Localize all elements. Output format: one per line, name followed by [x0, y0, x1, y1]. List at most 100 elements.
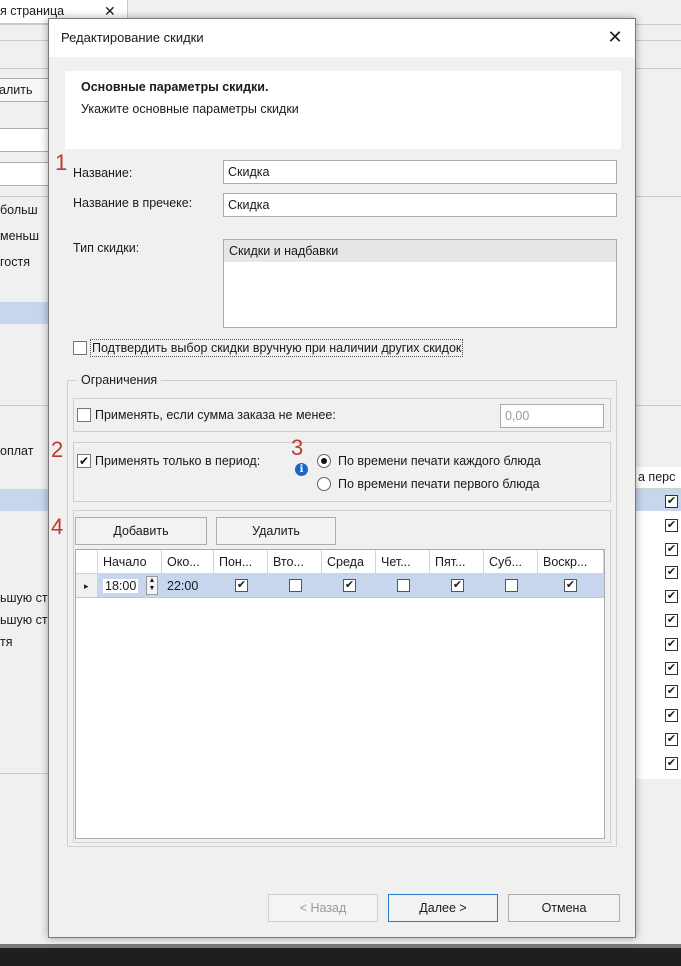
- background-list-item: гостя: [0, 255, 30, 269]
- day-cell[interactable]: ✔: [430, 574, 484, 598]
- cancel-button[interactable]: Отмена: [508, 894, 620, 922]
- column-header[interactable]: Воскр...: [538, 550, 604, 574]
- day-cell[interactable]: [484, 574, 538, 598]
- day-check-icon[interactable]: ✔: [564, 579, 577, 592]
- background-list-item: тя: [0, 635, 13, 649]
- background-selected-row: [0, 302, 50, 324]
- discount-type-item[interactable]: Скидки и надбавки: [224, 240, 616, 262]
- time-spinner[interactable]: ▲ ▼: [146, 576, 158, 595]
- background-field[interactable]: [0, 162, 50, 186]
- period-row: [73, 442, 611, 502]
- background-check-icon: ✔: [665, 756, 678, 770]
- background-field[interactable]: [0, 128, 50, 152]
- day-check-icon[interactable]: [505, 579, 518, 592]
- background-selected-row: [0, 489, 50, 511]
- delete-button[interactable]: Удалить: [216, 517, 336, 545]
- day-cell[interactable]: [376, 574, 430, 598]
- period-label: Применять только в период:: [95, 454, 261, 468]
- column-header[interactable]: Вто...: [268, 550, 322, 574]
- radio-each-icon[interactable]: [317, 454, 331, 468]
- background-check-icon: ✔: [665, 685, 678, 699]
- restrictions-title: Ограничения: [77, 373, 162, 387]
- background-check-icon: ✔: [665, 495, 678, 508]
- name-input[interactable]: Скидка: [223, 160, 617, 184]
- radio-first-icon[interactable]: [317, 477, 331, 491]
- day-check-icon[interactable]: [289, 579, 302, 592]
- background-column-header: а перс: [634, 467, 681, 489]
- spin-up-icon[interactable]: ▲: [149, 577, 156, 584]
- min-sum-input[interactable]: 0,00: [500, 404, 604, 428]
- min-sum-checkbox[interactable]: [77, 408, 91, 425]
- background-button-label: алить: [0, 83, 33, 97]
- add-button[interactable]: Добавить: [75, 517, 207, 545]
- day-cell[interactable]: [268, 574, 322, 598]
- confirm-manual-label[interactable]: Подтвердить выбор скидки вручную при нал…: [90, 339, 464, 357]
- period-check-icon[interactable]: ✔: [77, 454, 91, 468]
- name-label: Название:: [73, 166, 133, 180]
- column-header[interactable]: Око...: [162, 550, 214, 574]
- row-indicator-icon: ▸: [76, 574, 98, 598]
- background-tab-label: я страница: [0, 4, 65, 18]
- background-check-icon: ✔: [665, 661, 678, 675]
- receipt-name-label: Название в пречеке:: [73, 196, 193, 210]
- background-list-item: меньш: [0, 229, 39, 243]
- spin-down-icon[interactable]: ▼: [149, 585, 156, 592]
- step-marker-1: 1: [55, 150, 68, 175]
- table-row[interactable]: ▸ 18:00 ▲ ▼ 22:00 ✔ ✔ ✔ ✔: [76, 574, 604, 598]
- day-cell[interactable]: ✔: [214, 574, 268, 598]
- day-cell[interactable]: ✔: [538, 574, 604, 598]
- confirm-manual-check-icon[interactable]: [73, 341, 87, 355]
- confirm-manual-checkbox[interactable]: [73, 341, 87, 358]
- background-check-icon: ✔: [665, 590, 678, 604]
- close-icon[interactable]: ✕: [601, 26, 629, 50]
- receipt-name-input[interactable]: Скидка: [223, 193, 617, 217]
- background-delete-button[interactable]: алить: [0, 78, 50, 102]
- day-check-icon[interactable]: ✔: [343, 579, 356, 592]
- background-list-item: ьшую ст: [0, 591, 48, 605]
- day-check-icon[interactable]: ✔: [235, 579, 248, 592]
- background-check-icon: ✔: [665, 542, 678, 556]
- grid-corner: [76, 550, 98, 574]
- discount-type-label: Тип скидки:: [73, 241, 140, 255]
- dialog-title: Редактирование скидки: [61, 30, 204, 45]
- column-header[interactable]: Суб...: [484, 550, 538, 574]
- step-marker-3: 3: [291, 435, 304, 460]
- end-time-cell[interactable]: 22:00: [162, 574, 214, 598]
- info-icon[interactable]: i: [295, 463, 308, 476]
- background-list-item: больш: [0, 203, 38, 217]
- min-sum-check-icon[interactable]: [77, 408, 91, 422]
- background-check-icon: ✔: [665, 566, 678, 580]
- next-button[interactable]: Далее >: [388, 894, 498, 922]
- background-check-column: ✔ ✔ ✔ ✔ ✔ ✔ ✔ ✔ ✔ ✔ ✔ ✔: [634, 489, 681, 779]
- edit-discount-dialog: Редактирование скидки ✕ Основные парамет…: [48, 18, 636, 938]
- column-header[interactable]: Пон...: [214, 550, 268, 574]
- background-check-icon: ✔: [665, 637, 678, 651]
- background-check-icon: ✔: [665, 709, 678, 723]
- schedule-grid: Начало Око... Пон... Вто... Среда Чет...…: [75, 549, 605, 839]
- wizard-header-title: Основные параметры скидки.: [81, 80, 269, 94]
- background-list-item: ьшую ст: [0, 613, 48, 627]
- day-check-icon[interactable]: ✔: [451, 579, 464, 592]
- radio-each-label[interactable]: По времени печати каждого блюда: [338, 454, 541, 468]
- min-sum-label: Применять, если сумма заказа не менее:: [95, 408, 336, 422]
- back-button[interactable]: < Назад: [268, 894, 378, 922]
- radio-each-dish[interactable]: [317, 454, 331, 471]
- step-marker-4: 4: [51, 514, 64, 539]
- background-group-label: оплат: [0, 444, 34, 458]
- start-time-value[interactable]: 18:00: [103, 579, 139, 593]
- dialog-titlebar: Редактирование скидки ✕: [49, 19, 635, 57]
- column-header[interactable]: Начало: [98, 550, 162, 574]
- discount-type-list[interactable]: Скидки и надбавки: [223, 239, 617, 328]
- step-marker-2: 2: [51, 437, 64, 462]
- background-check-icon: ✔: [665, 614, 678, 627]
- wizard-header-subtitle: Укажите основные параметры скидки: [81, 102, 299, 116]
- background-check-icon: ✔: [665, 518, 678, 532]
- day-check-icon[interactable]: [397, 579, 410, 592]
- period-checkbox[interactable]: ✔: [77, 454, 91, 468]
- column-header[interactable]: Чет...: [376, 550, 430, 574]
- radio-first-label[interactable]: По времени печати первого блюда: [338, 477, 540, 491]
- column-header[interactable]: Пят...: [430, 550, 484, 574]
- column-header[interactable]: Среда: [322, 550, 376, 574]
- radio-first-dish[interactable]: [317, 477, 331, 494]
- day-cell[interactable]: ✔: [322, 574, 376, 598]
